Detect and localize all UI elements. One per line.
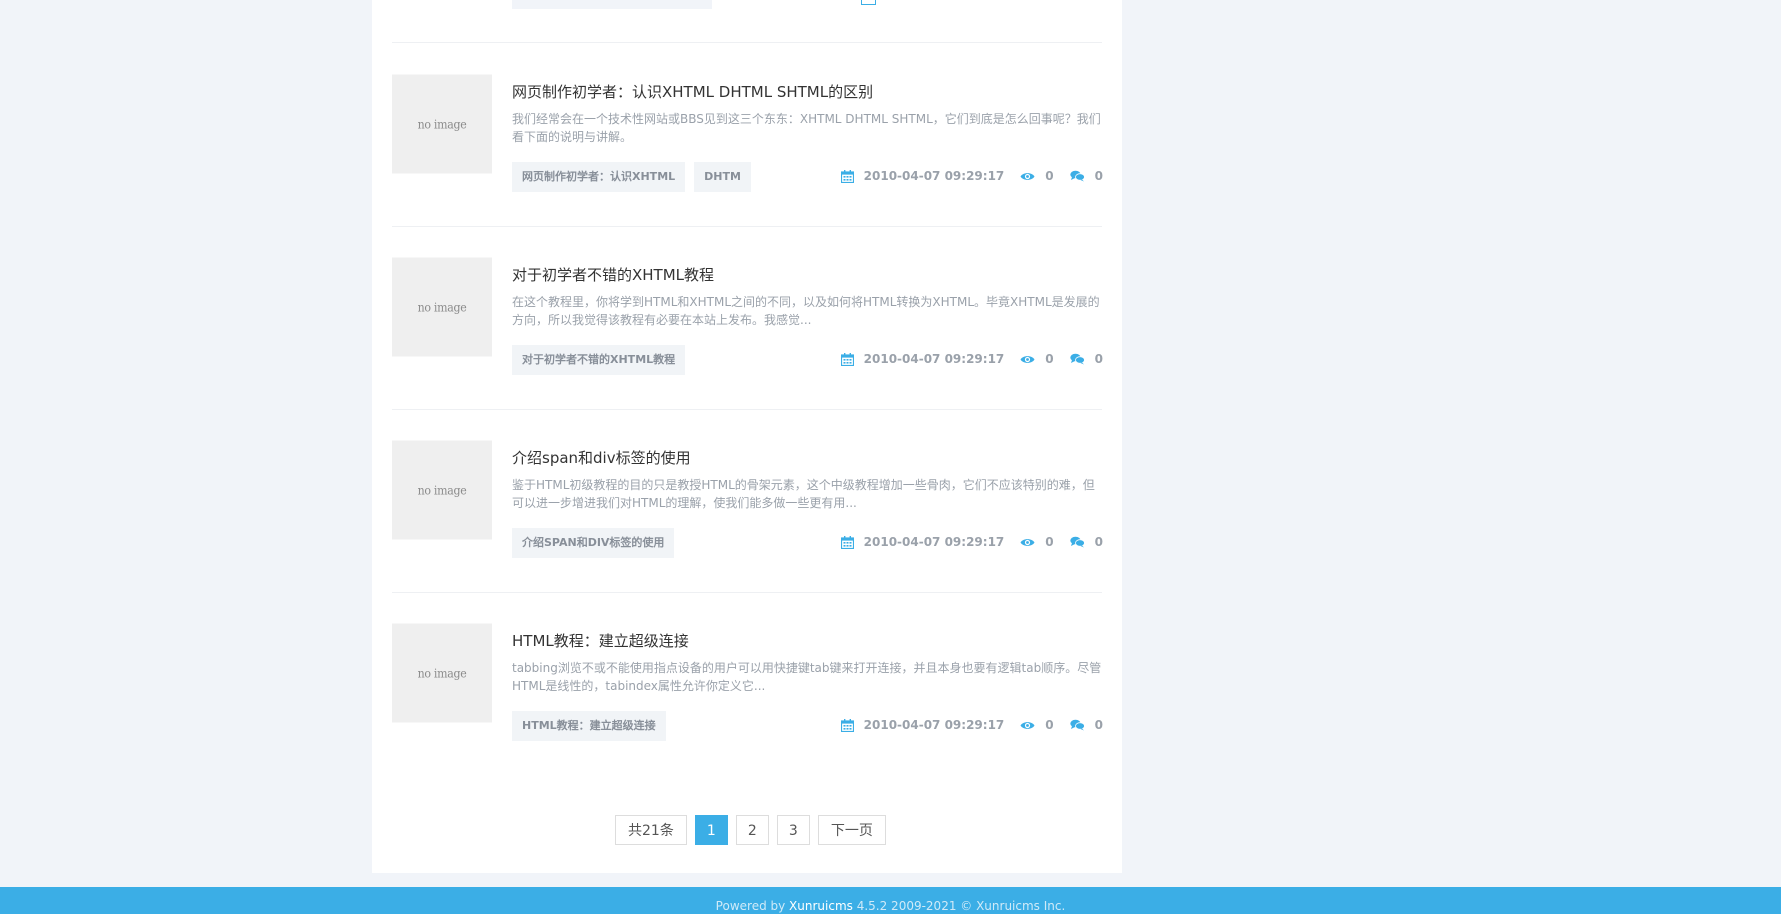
article-tag[interactable]: 介绍SPAN和DIV标签的使用 <box>512 528 675 558</box>
footer-prefix: Powered by <box>715 899 790 913</box>
comments-icon <box>1069 170 1095 182</box>
calendar-icon <box>840 718 864 732</box>
article-tags: 对于初学者不错的XHTML教程 <box>512 345 686 375</box>
article-date: 2010-04-07 09:29:17 <box>863 718 1005 732</box>
article-tags: 网页制作初学者：认识XHTML DHTM <box>512 162 751 192</box>
article-tags: 介绍SPAN和DIV标签的使用 <box>512 528 675 558</box>
article-date: 2010-04-07 09:29:17 <box>863 535 1005 549</box>
article-thumbnail[interactable]: no image <box>392 74 492 174</box>
article-tag[interactable]: 网页制作初学者：认识XHTML <box>512 162 686 192</box>
divider <box>392 409 1102 410</box>
article-thumbnail[interactable]: no image <box>392 440 492 540</box>
footer-brand-link[interactable]: Xunruicms <box>789 899 853 913</box>
article-tag[interactable]: 对于初学者不错的XHTML教程 <box>512 345 686 375</box>
pagination: 共21条 1 2 3 下一页 <box>615 815 886 845</box>
divider <box>392 226 1102 227</box>
article-title[interactable]: 网页制作初学者：认识XHTML DHTML SHTML的区别 <box>512 81 873 102</box>
article-title[interactable]: 对于初学者不错的XHTML教程 <box>512 264 714 285</box>
article-tag[interactable]: HTML教程：建立超级连接 <box>512 711 666 741</box>
pagination-total: 共21条 <box>615 815 687 845</box>
previous-article-tag-partial <box>512 0 712 9</box>
article-thumbnail[interactable]: no image <box>392 623 492 723</box>
article-meta: 2010-04-07 09:29:17 0 0 <box>840 169 1103 183</box>
article-excerpt: 鉴于HTML初级教程的目的只是教授HTML的骨架元素，这个中级教程增加一些骨肉，… <box>512 478 1095 510</box>
article-date: 2010-04-07 09:29:17 <box>863 352 1005 366</box>
page-2-button[interactable]: 2 <box>735 815 769 845</box>
article-item: no image 对于初学者不错的XHTML教程 在这个教程里，你将学到HTML和X… <box>392 257 1103 382</box>
eye-icon <box>1020 537 1045 548</box>
article-views: 0 <box>1045 535 1054 549</box>
comments-icon <box>1069 719 1095 731</box>
article-excerpt: 我们经常会在一个技术性网站或BBS见到这三个东东：XHTML DHTML SHT… <box>512 112 1101 144</box>
footer: Powered by Xunruicms 4.5.2 2009-2021 © X… <box>0 887 1781 914</box>
calendar-icon <box>840 352 864 366</box>
article-comments: 0 <box>1094 169 1103 183</box>
divider <box>392 592 1102 593</box>
article-tag[interactable]: DHTM <box>694 162 751 192</box>
article-thumbnail[interactable]: no image <box>392 257 492 357</box>
calendar-icon <box>840 535 864 549</box>
article-excerpt: tabbing浏览不或不能使用指点设备的用户可以用快捷键tab键来打开连接，并且… <box>512 661 1102 693</box>
article-views: 0 <box>1045 169 1054 183</box>
article-item: no image HTML教程：建立超级连接 tabbing浏览不或不能使用指点设备… <box>392 623 1103 748</box>
comments-icon <box>1069 353 1095 365</box>
article-views: 0 <box>1045 718 1054 732</box>
eye-icon <box>1020 171 1045 182</box>
article-title[interactable]: HTML教程：建立超级连接 <box>512 630 689 651</box>
article-item: no image 网页制作初学者：认识XHTML DHTML SHTML的区别我们… <box>392 74 1103 199</box>
article-tags: HTML教程：建立超级连接 <box>512 711 666 741</box>
calendar-icon <box>840 169 864 183</box>
footer-suffix: 4.5.2 2009-2021 © Xunruicms Inc. <box>852 899 1066 913</box>
page-3-button[interactable]: 3 <box>776 815 810 845</box>
article-excerpt: 在这个教程里，你将学到HTML和XHTML之间的不同，以及如何将HTML转换为X… <box>512 295 1100 327</box>
article-title[interactable]: 介绍span和div标签的使用 <box>512 447 691 468</box>
next-page-button[interactable]: 下一页 <box>817 815 886 845</box>
article-views: 0 <box>1045 352 1054 366</box>
article-meta: 2010-04-07 09:29:17 0 0 <box>840 352 1103 366</box>
article-meta: 2010-04-07 09:29:17 0 0 <box>840 718 1103 732</box>
article-comments: 0 <box>1094 535 1103 549</box>
page-1-button[interactable]: 1 <box>694 815 728 845</box>
article-comments: 0 <box>1094 352 1103 366</box>
divider <box>392 42 1102 43</box>
page: no image 网页制作初学者：认识XHTML DHTML SHTML的区别我们… <box>0 0 1781 914</box>
eye-icon <box>1020 720 1045 731</box>
comments-icon <box>1069 536 1095 548</box>
article-meta: 2010-04-07 09:29:17 0 0 <box>840 535 1103 549</box>
article-date: 2010-04-07 09:29:17 <box>863 169 1005 183</box>
eye-icon <box>1020 354 1045 365</box>
article-comments: 0 <box>1094 718 1103 732</box>
article-item: no image 介绍span和div标签的使用鉴于HTML初级教程的目的只是教授… <box>392 440 1103 565</box>
calendar-icon-partial <box>861 0 876 5</box>
